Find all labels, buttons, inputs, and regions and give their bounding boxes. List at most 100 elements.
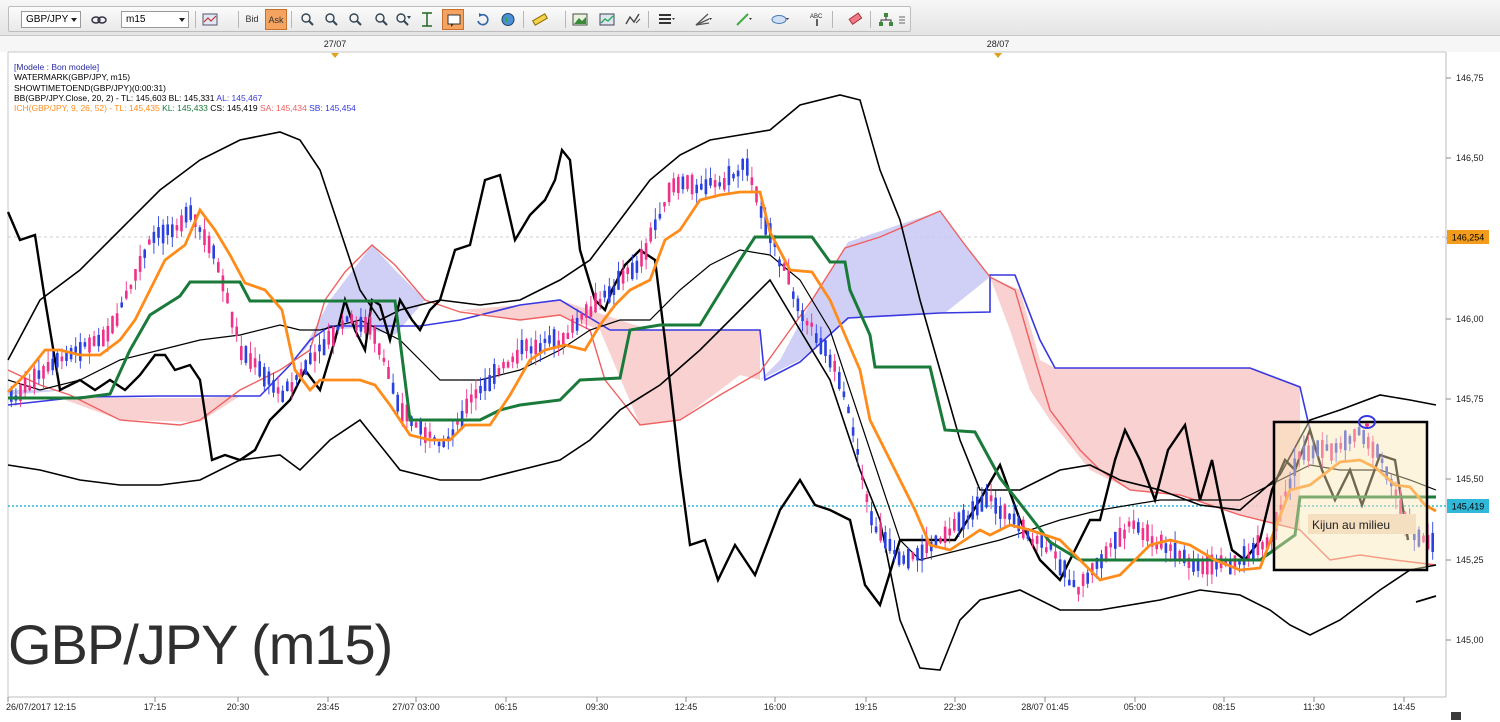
- zoom-in-icon[interactable]: [297, 9, 319, 30]
- bid-button[interactable]: Bid: [241, 9, 263, 30]
- text-tool-icon[interactable]: ABC: [806, 9, 828, 30]
- toolbar-separator: [523, 11, 524, 28]
- current-price-tag-label: 145,419: [1452, 502, 1485, 512]
- candle-body: [953, 518, 956, 531]
- candle-body: [171, 224, 174, 238]
- candle-body: [295, 375, 298, 381]
- candle-body: [230, 311, 234, 328]
- candle-body: [718, 182, 721, 187]
- image-icon[interactable]: [569, 9, 591, 30]
- candle-body: [1146, 524, 1149, 542]
- toolbar-separator: [238, 11, 239, 28]
- chart-type-icon[interactable]: [199, 9, 221, 30]
- candle-body: [677, 176, 680, 194]
- candle-body: [1118, 527, 1122, 547]
- candle-body: [916, 548, 919, 561]
- fan-lines-icon[interactable]: [692, 9, 714, 30]
- candle-body: [488, 375, 491, 392]
- candle-body: [428, 431, 432, 438]
- candle-body: [1123, 529, 1126, 539]
- candle-body: [184, 206, 188, 223]
- objects-tree-icon[interactable]: [875, 9, 897, 30]
- candle-body: [272, 380, 275, 393]
- candle-body: [1114, 531, 1117, 549]
- ask-button[interactable]: Ask: [265, 9, 287, 30]
- ellipse-icon[interactable]: [769, 9, 791, 30]
- candle-body: [1201, 561, 1204, 575]
- zoom-out-icon[interactable]: [321, 9, 343, 30]
- candle-body: [244, 346, 248, 363]
- high-price-tag-label: 146,254: [1452, 233, 1485, 243]
- toolbar-separator: [870, 11, 871, 28]
- annotation-text[interactable]: Kijun au milieu: [1312, 518, 1390, 532]
- eraser-icon[interactable]: [844, 9, 866, 30]
- candle-body: [713, 180, 717, 188]
- candle-body: [506, 361, 510, 368]
- candle-body: [212, 245, 215, 259]
- template-icon[interactable]: [596, 9, 618, 30]
- time-axis-label: 27/07 03:00: [392, 702, 440, 712]
- candle-body: [824, 340, 827, 357]
- candle-body: [516, 349, 519, 364]
- candle-body: [884, 532, 887, 549]
- time-axis-label: 26/07/2017 12:15: [6, 702, 76, 712]
- candle-body: [511, 356, 514, 363]
- candle-body: [700, 183, 703, 190]
- candle-body: [474, 389, 478, 399]
- candle-body: [83, 342, 87, 347]
- annotation-rectangle[interactable]: [1272, 420, 1429, 572]
- candle-body: [815, 333, 818, 343]
- candle-body: [161, 224, 165, 244]
- indicators-icon[interactable]: [622, 9, 644, 30]
- candle-body: [332, 326, 335, 346]
- trendline-icon[interactable]: [732, 9, 754, 30]
- candle-body: [529, 346, 533, 354]
- symbol-select[interactable]: GBP/JPY: [21, 11, 81, 28]
- horizontal-lines-icon[interactable]: [655, 9, 677, 30]
- ruler-icon[interactable]: [529, 9, 551, 30]
- link-icon[interactable]: [88, 9, 110, 30]
- candle-body: [948, 528, 951, 536]
- time-axis-label: 22:30: [944, 702, 967, 712]
- globe-icon[interactable]: [497, 9, 519, 30]
- candle-body: [148, 239, 151, 245]
- date-marker-label: 27/07: [324, 39, 347, 49]
- candle-body: [281, 390, 284, 402]
- timeframe-select[interactable]: m15: [121, 11, 189, 28]
- candle-body: [470, 394, 473, 403]
- comment-icon[interactable]: [442, 9, 464, 30]
- candle-body: [33, 368, 36, 388]
- candle-body: [709, 178, 712, 186]
- candle-body: [805, 320, 809, 326]
- time-axis-label: 09:30: [586, 702, 609, 712]
- candle-body: [143, 249, 146, 258]
- candle-body: [566, 332, 570, 340]
- scroll-handle[interactable]: [1451, 712, 1461, 720]
- candle-body: [649, 227, 652, 242]
- candle-body: [663, 202, 666, 207]
- zoom-region-icon[interactable]: [371, 9, 393, 30]
- candle-body: [1431, 532, 1434, 552]
- time-axis-label: 19:15: [855, 702, 878, 712]
- candle-body: [874, 526, 878, 533]
- candle-body: [350, 314, 353, 324]
- candle-body: [465, 398, 468, 414]
- candle-body: [111, 316, 114, 334]
- zoom-fit-icon[interactable]: [345, 9, 367, 30]
- timeframe-value: m15: [126, 14, 146, 25]
- crosshair-icon[interactable]: [416, 9, 438, 30]
- time-axis-label: 20:30: [227, 702, 250, 712]
- time-axis-label: 17:15: [144, 702, 167, 712]
- candle-body: [276, 387, 280, 394]
- more-icon[interactable]: [895, 9, 909, 30]
- candle-body: [345, 316, 349, 322]
- candle-body: [42, 365, 45, 379]
- refresh-icon[interactable]: [472, 9, 494, 30]
- zoom-reset-icon[interactable]: [392, 9, 414, 30]
- candle-body: [60, 356, 64, 362]
- legend-ich-kl: KL: 145,433: [162, 103, 208, 114]
- candle-body: [626, 267, 629, 274]
- candle-body: [741, 158, 744, 170]
- candle-body: [856, 449, 859, 455]
- chart-panel[interactable]: 27/07 28/07 146,75 146,50 146,00 145,75 …: [0, 36, 1500, 722]
